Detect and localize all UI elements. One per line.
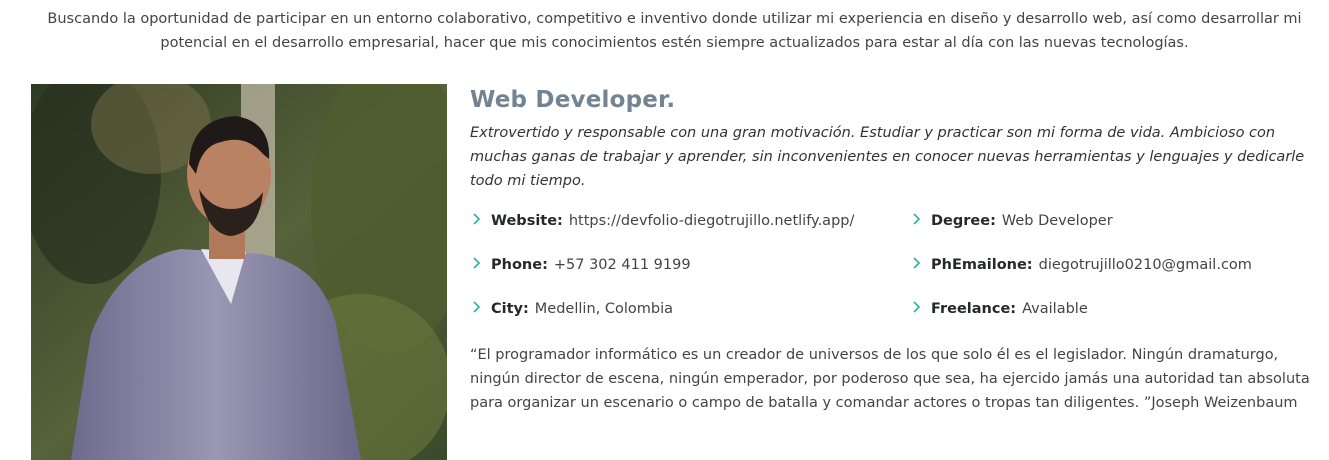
intro-paragraph: Buscando la oportunidad de participar en… (47, 11, 1302, 51)
fact-label: PhEmailone: (931, 257, 1033, 273)
role-heading: Web Developer. (470, 87, 676, 113)
fact-label: Freelance: (931, 301, 1017, 317)
quote-paragraph: “El programador informático es un creado… (470, 347, 1310, 411)
fact-email: PhEmailone: diegotrujillo0210@gmail.com (910, 253, 1252, 277)
website-link[interactable]: https://devfolio-diegotrujillo.netlify.a… (569, 213, 855, 229)
fact-city: City: Medellin, Colombia (470, 297, 673, 321)
fact-value: Web Developer (1001, 213, 1113, 229)
chevron-right-icon (912, 253, 926, 277)
chevron-right-icon (472, 253, 486, 277)
fact-degree: Degree: Web Developer (910, 209, 1113, 233)
chevron-right-icon (912, 209, 926, 233)
fact-label: Phone: (491, 257, 548, 273)
fact-label: City: (491, 301, 529, 317)
fact-label: Website: (491, 213, 563, 229)
fact-website: Website: https://devfolio-diegotrujillo.n… (470, 209, 854, 233)
email-link[interactable]: diegotrujillo0210@gmail.com (1039, 257, 1252, 273)
fact-freelance: Freelance: Available (910, 297, 1088, 321)
about-content: Web Developer. Extrovertido y responsabl… (470, 84, 1320, 411)
profile-description: Extrovertido y responsable con una gran … (470, 125, 1305, 189)
fact-value: Available (1022, 301, 1088, 317)
chevron-right-icon (912, 297, 926, 321)
fact-value: Medellin, Colombia (534, 301, 673, 317)
fact-phone: Phone: +57 302 411 9199 (470, 253, 691, 277)
fact-label: Degree: (931, 213, 996, 229)
chevron-right-icon (472, 297, 486, 321)
fact-value: +57 302 411 9199 (553, 257, 691, 273)
chevron-right-icon (472, 209, 486, 233)
profile-photo (31, 84, 447, 460)
